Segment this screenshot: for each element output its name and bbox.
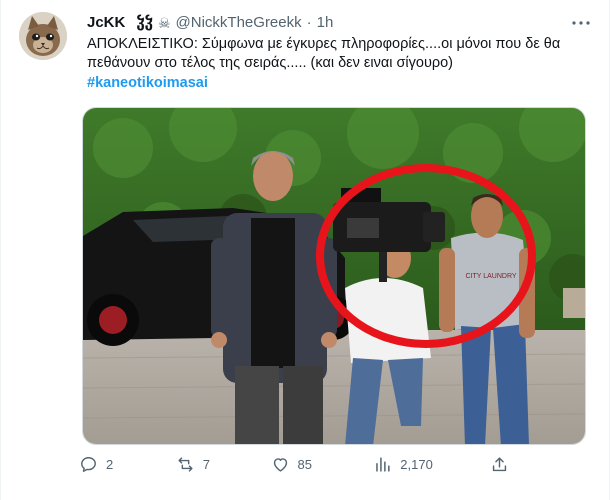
user-handle[interactable]: @NickkTheGreekk: [176, 13, 302, 33]
display-name[interactable]: JcKK: [87, 13, 125, 33]
retweet-icon: [178, 457, 193, 472]
views-icon: [376, 457, 390, 472]
share-icon: [492, 457, 507, 472]
views-button[interactable]: 2,170: [373, 455, 490, 474]
tweet-text-line: ΑΠΟΚΛΕΙΣΤΙΚΟ: Σύμφωνα με έγκυρες πληροφο…: [87, 36, 561, 52]
more-icon[interactable]: [571, 14, 591, 32]
share-button[interactable]: [490, 455, 509, 474]
avatar[interactable]: [19, 12, 67, 60]
tweet-text-line: πεθάνουν στο τέλος της σειράς..... (και …: [87, 55, 454, 71]
tweet-text: ΑΠΟΚΛΕΙΣΤΙΚΟ: Σύμφωνα με έγκυρες πληροφο…: [87, 35, 597, 93]
timestamp[interactable]: 1h: [317, 13, 334, 33]
reply-count: 2: [106, 457, 114, 472]
retweet-count: 7: [202, 457, 210, 472]
shirt-print: CITY LAUNDRY: [465, 273, 516, 280]
tweet[interactable]: JcKK ჴჴ ☠ @NickkTheGreekk · 1h ΑΠΟΚΛΕΙΣΤ…: [0, 0, 610, 500]
separator-dot: ·: [306, 14, 312, 31]
view-count: 2,170: [400, 457, 433, 472]
skull-icon: ☠: [157, 15, 171, 31]
photo-scene: CITY LAUNDRY: [83, 108, 585, 444]
hashtag-link[interactable]: #kaneotikoimasai: [87, 74, 208, 93]
more-dots-glyph: [572, 21, 590, 25]
like-count: 85: [297, 457, 312, 472]
reply-button[interactable]: 2: [79, 455, 176, 474]
tweet-header: JcKK ჴჴ ☠ @NickkTheGreekk · 1h: [87, 13, 569, 33]
reply-icon: [81, 457, 96, 472]
tweet-actions: 2 7 85 2,170: [79, 455, 509, 474]
retweet-button[interactable]: 7: [176, 455, 271, 474]
heart-icon: [273, 458, 287, 472]
display-name-suffix: ჴჴ: [136, 14, 153, 31]
tweet-photo[interactable]: CITY LAUNDRY: [82, 107, 586, 445]
cat-avatar-image: [19, 12, 67, 60]
like-button[interactable]: 85: [271, 455, 374, 474]
